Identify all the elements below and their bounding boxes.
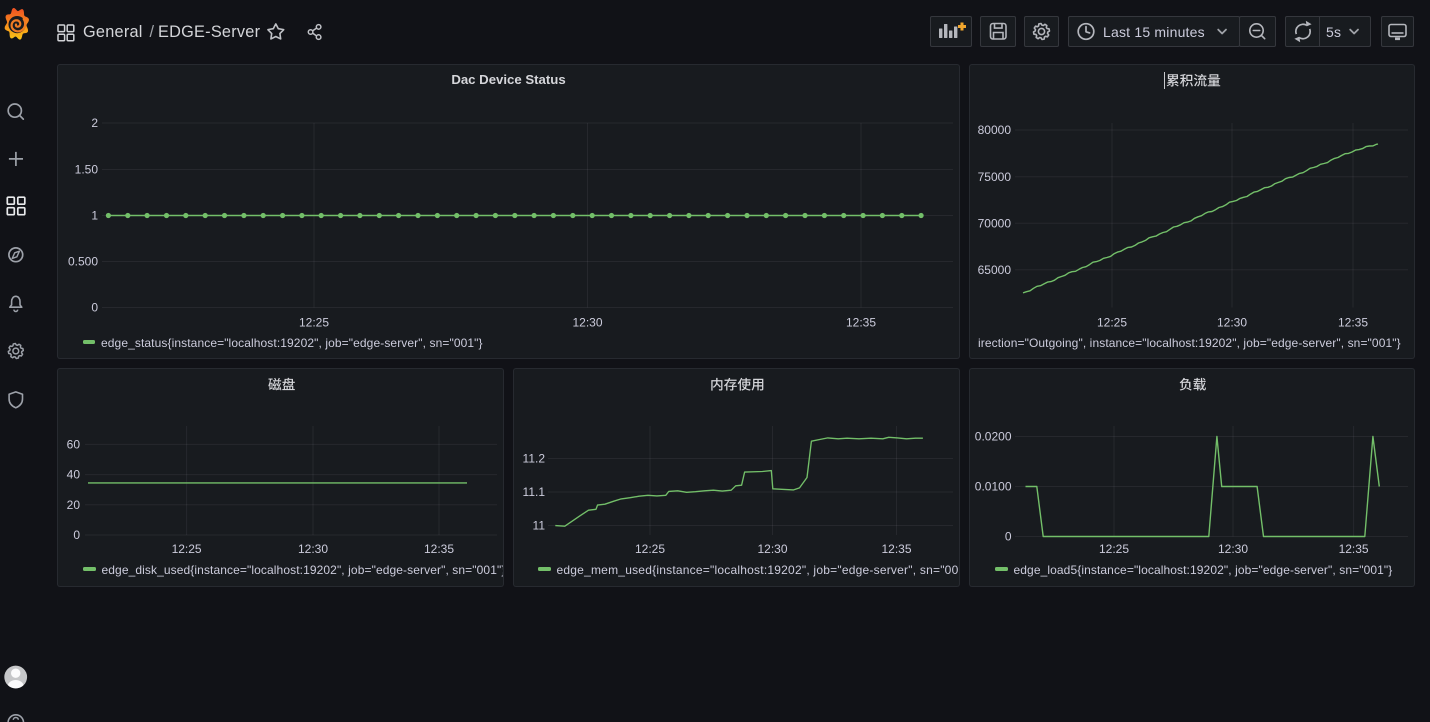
svg-text:11.1: 11.1 (523, 485, 546, 499)
svg-text:12:25: 12:25 (299, 316, 329, 330)
svg-text:20: 20 (67, 498, 81, 512)
svg-text:1: 1 (91, 209, 98, 223)
svg-text:1.50: 1.50 (75, 163, 99, 177)
svg-text:12:30: 12:30 (298, 542, 328, 556)
svg-text:12:35: 12:35 (846, 316, 876, 330)
svg-text:60: 60 (67, 438, 81, 452)
svg-text:0: 0 (91, 301, 98, 315)
svg-text:75000: 75000 (978, 170, 1012, 184)
svg-text:12:30: 12:30 (1218, 542, 1248, 556)
svg-text:11: 11 (533, 519, 546, 533)
svg-text:12:25: 12:25 (1097, 316, 1127, 330)
svg-text:12:25: 12:25 (1099, 542, 1129, 556)
svg-text:12:25: 12:25 (635, 542, 665, 556)
svg-text:11.2: 11.2 (523, 452, 546, 466)
svg-text:12:35: 12:35 (881, 542, 911, 556)
svg-text:70000: 70000 (978, 216, 1012, 230)
svg-text:12:35: 12:35 (1339, 542, 1369, 556)
svg-text:12:35: 12:35 (1338, 316, 1368, 330)
svg-text:80000: 80000 (978, 123, 1012, 137)
svg-text:12:30: 12:30 (1217, 316, 1247, 330)
svg-text:0: 0 (73, 528, 80, 542)
svg-text:65000: 65000 (978, 263, 1012, 277)
svg-text:2: 2 (91, 116, 98, 130)
svg-text:12:30: 12:30 (757, 542, 787, 556)
svg-text:0.500: 0.500 (68, 255, 98, 269)
svg-text:0: 0 (1005, 530, 1012, 544)
svg-text:0.0100: 0.0100 (975, 480, 1012, 494)
svg-text:40: 40 (67, 468, 81, 482)
svg-text:12:30: 12:30 (572, 316, 602, 330)
svg-text:12:35: 12:35 (424, 542, 454, 556)
svg-text:0.0200: 0.0200 (975, 430, 1012, 444)
svg-text:12:25: 12:25 (172, 542, 202, 556)
